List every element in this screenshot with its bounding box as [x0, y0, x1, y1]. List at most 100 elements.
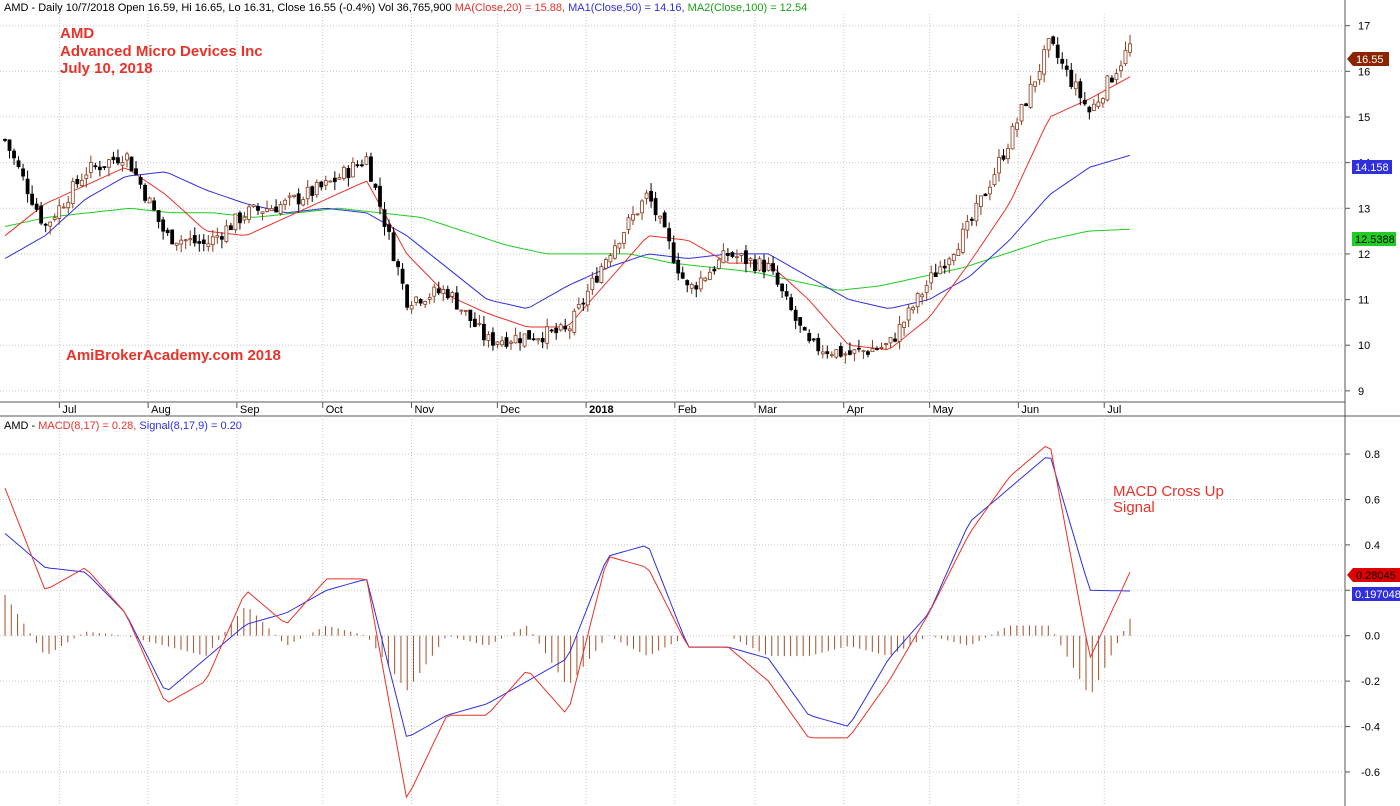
candle-body	[834, 349, 839, 358]
candle	[626, 214, 631, 235]
candle-body	[1010, 125, 1015, 150]
candle-body	[432, 286, 437, 297]
candle	[608, 252, 613, 267]
candle	[418, 298, 423, 307]
candle	[703, 276, 708, 283]
candle-body	[463, 310, 468, 312]
candle	[436, 281, 441, 296]
candle	[522, 333, 527, 348]
candle-body	[183, 239, 188, 242]
candle-body	[192, 235, 197, 244]
candle	[260, 211, 265, 221]
candle	[52, 213, 57, 222]
candle-body	[1087, 106, 1092, 113]
candle-body	[933, 272, 938, 277]
candle	[251, 204, 256, 208]
macd-y-tick-label: 0.8	[1365, 449, 1380, 461]
candle	[319, 180, 324, 191]
candle-body	[84, 174, 89, 179]
candle	[242, 211, 247, 224]
candle-body	[75, 178, 80, 185]
candle	[247, 203, 251, 224]
candle	[599, 263, 604, 284]
candle-body	[1033, 81, 1038, 87]
candle-body	[48, 221, 53, 227]
candle	[613, 239, 617, 260]
candle	[631, 206, 635, 226]
candle	[915, 292, 920, 314]
candle-body	[680, 272, 685, 279]
candle-body	[138, 177, 143, 185]
candle	[400, 263, 405, 290]
candle	[215, 227, 220, 244]
candle	[775, 265, 780, 287]
candle-body	[120, 162, 125, 166]
candle-body	[626, 217, 631, 230]
candle-body	[1051, 36, 1056, 44]
candle-body	[215, 235, 220, 238]
candle	[545, 318, 550, 350]
candle	[337, 173, 342, 180]
price-header-ma100: MA2(Close,100) = 12.54	[688, 2, 808, 14]
candle	[649, 183, 653, 208]
candle-body	[960, 228, 965, 253]
candle-body	[188, 238, 193, 241]
price-y-tick-label: 11	[1358, 295, 1369, 307]
candle	[757, 256, 762, 272]
candle-body	[1001, 155, 1006, 160]
candle-body	[829, 354, 834, 357]
macd-histogram	[4, 594, 1131, 693]
candle	[57, 198, 62, 225]
candle	[170, 229, 175, 245]
macd-y-tick-label: 0.4	[1365, 540, 1380, 552]
candle-body	[201, 239, 206, 245]
candle-body	[301, 199, 306, 206]
candle-body	[423, 301, 428, 305]
candle	[897, 315, 902, 350]
candle	[951, 253, 956, 266]
candle-body	[39, 205, 44, 224]
candle-body	[310, 186, 315, 196]
ma50-tag-text: 14.158	[1355, 162, 1389, 174]
candle-body	[472, 318, 477, 327]
candle-body	[296, 193, 301, 205]
candle	[432, 283, 437, 303]
candle-body	[3, 138, 7, 141]
candle-body	[513, 334, 518, 344]
candle-body	[861, 350, 866, 353]
candle-body	[893, 338, 897, 342]
candle-body	[653, 198, 658, 216]
candle	[1006, 143, 1010, 164]
candle-body	[649, 190, 653, 202]
annotation-company: Advanced Micro Devices Inc	[60, 43, 263, 60]
candle-body	[942, 265, 947, 269]
candle	[802, 326, 807, 331]
candle	[1096, 94, 1101, 109]
candle	[780, 283, 785, 298]
candle-body	[965, 221, 970, 231]
candle-body	[369, 156, 373, 182]
candle-body	[631, 213, 635, 221]
candle	[210, 229, 215, 252]
candle	[129, 156, 134, 172]
candle-body	[12, 150, 16, 159]
candle	[1019, 103, 1024, 126]
candle	[558, 322, 563, 332]
candle	[906, 304, 911, 328]
candle-body	[305, 186, 310, 200]
candle	[283, 198, 288, 211]
candle	[301, 196, 306, 207]
price-header-ma50: MA1(Close,50) = 14.16,	[568, 2, 684, 14]
candle-body	[210, 236, 215, 245]
candle	[509, 339, 513, 350]
candle-body	[762, 259, 766, 273]
candle-body	[671, 242, 676, 264]
candle	[192, 227, 197, 247]
candle	[698, 271, 703, 293]
candle-body	[1037, 71, 1042, 81]
candle	[893, 332, 897, 343]
candle	[979, 195, 983, 216]
x-tick-label: Jul	[62, 404, 76, 416]
candle-body	[251, 204, 256, 207]
candle	[744, 244, 748, 273]
